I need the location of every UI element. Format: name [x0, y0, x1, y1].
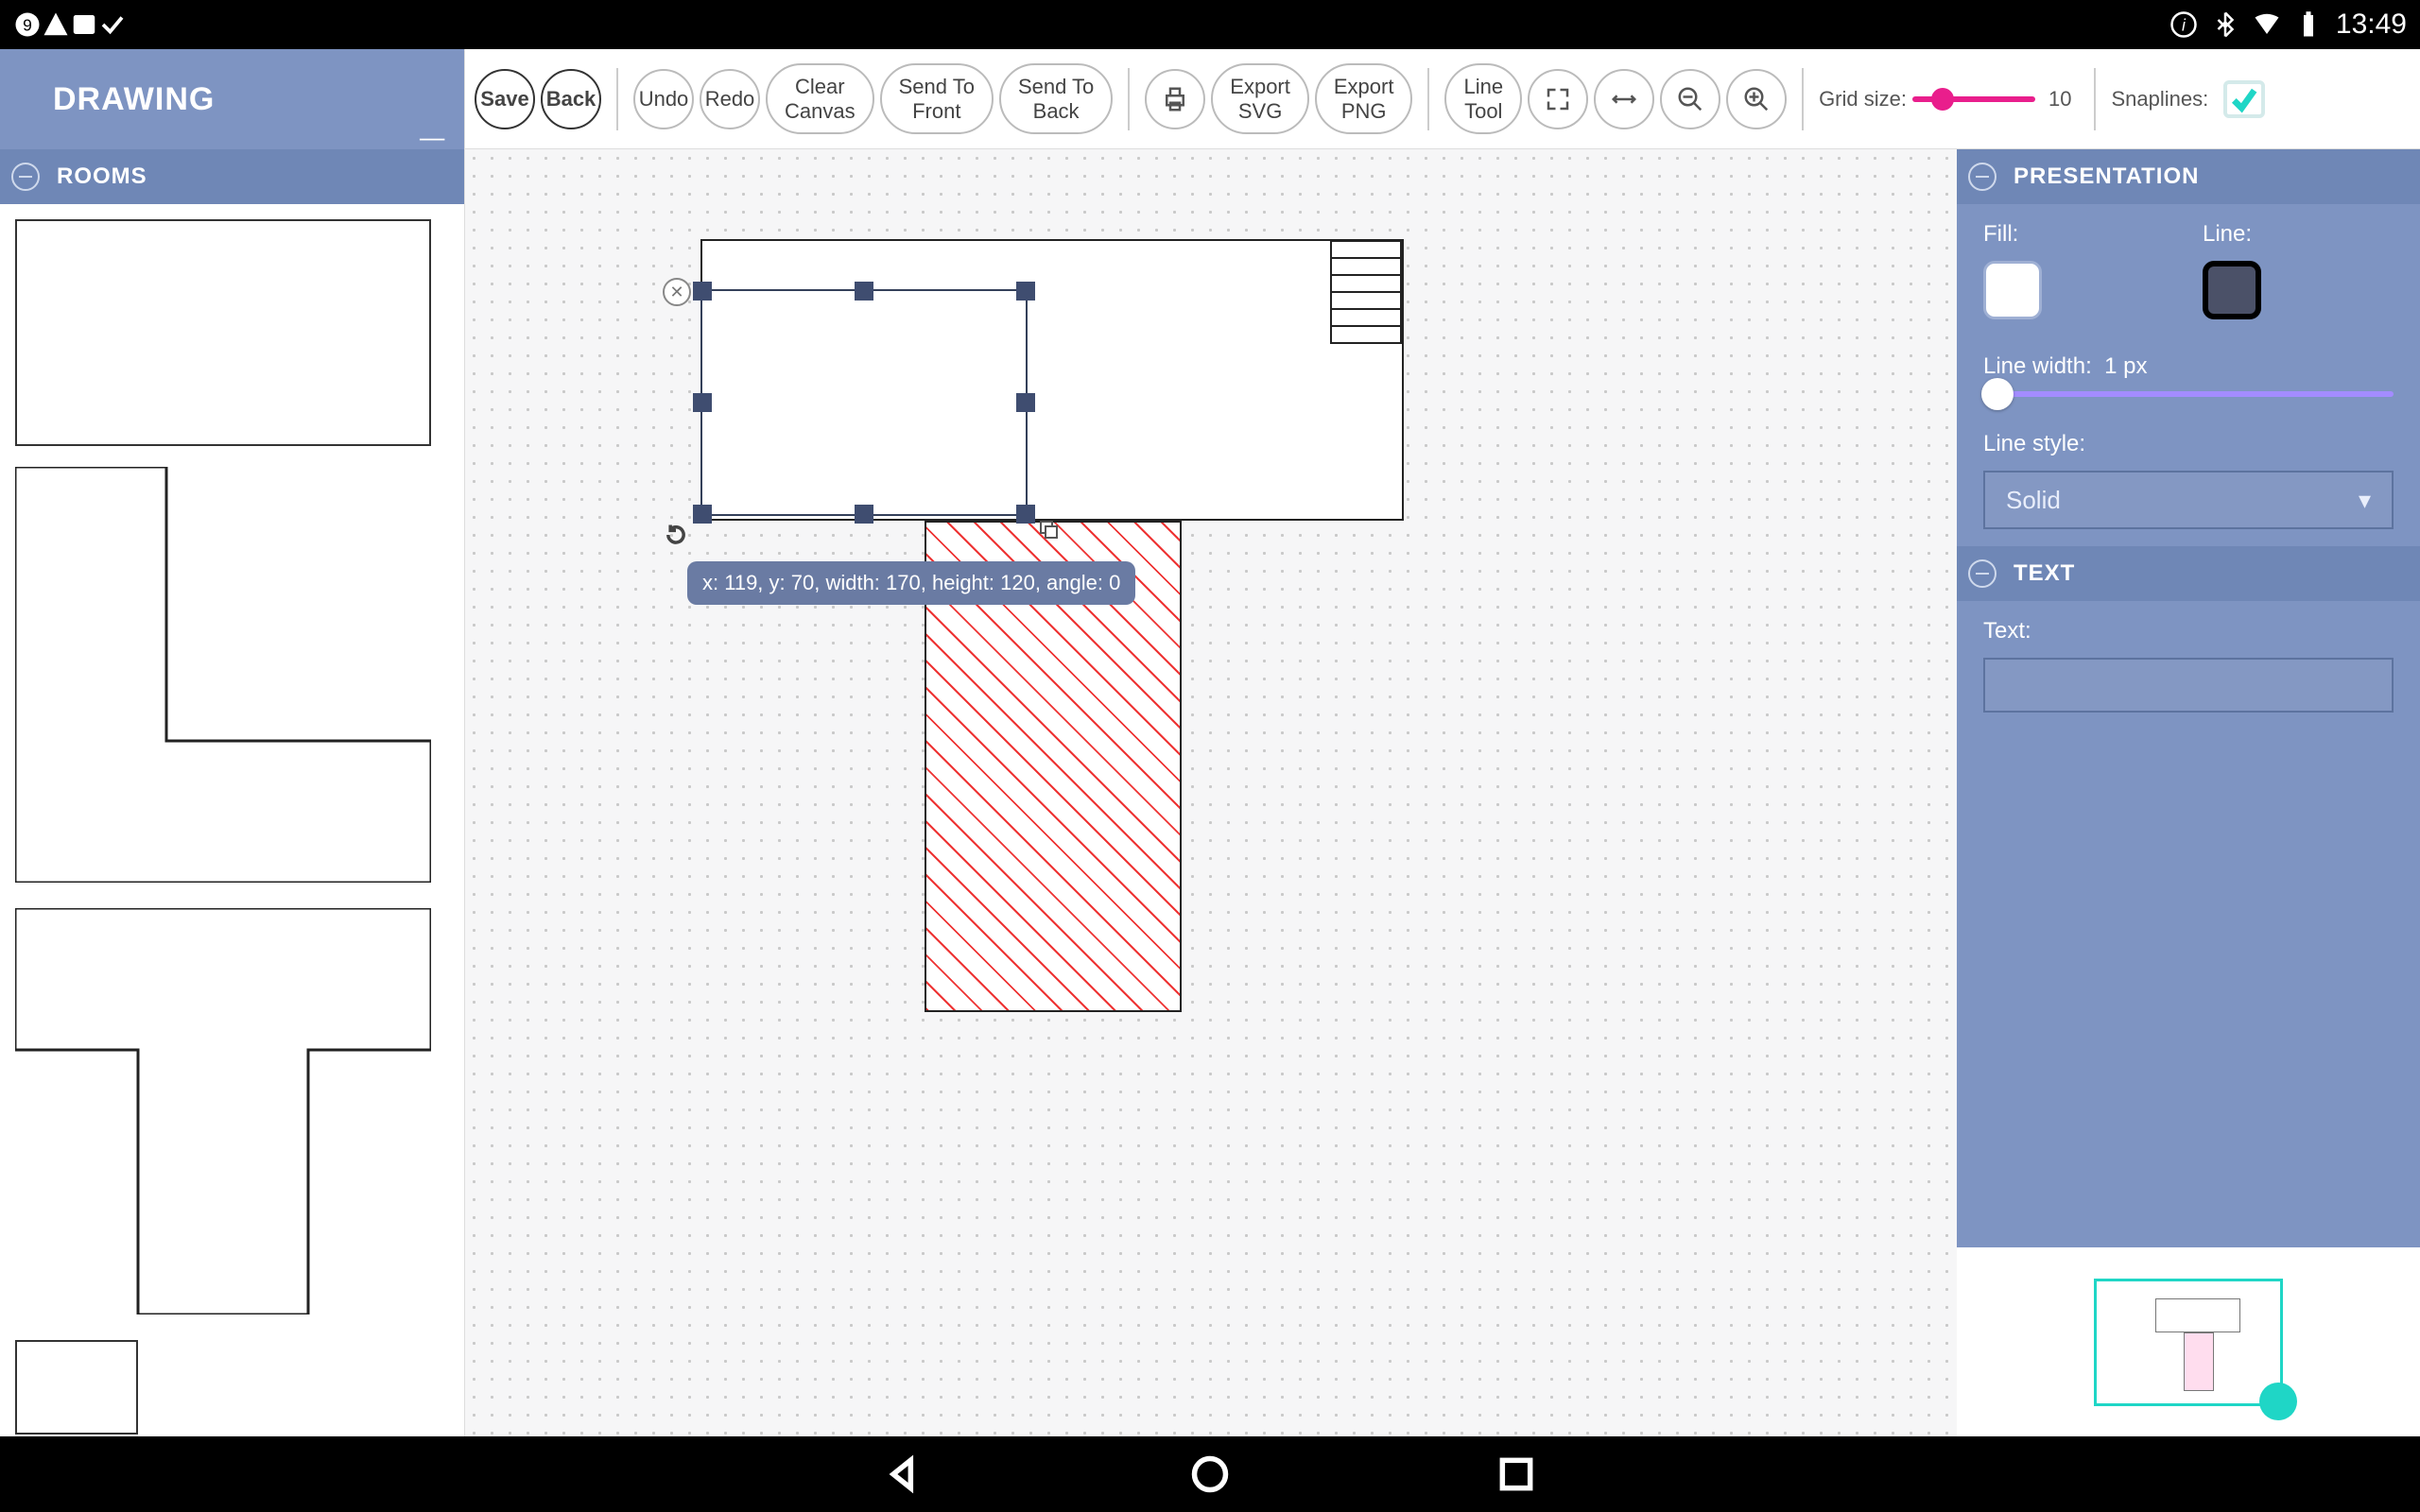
- linestyle-label: Line style:: [1983, 431, 2085, 456]
- battery-charging-icon: [2294, 10, 2323, 39]
- line-tool-button[interactable]: Line Tool: [1444, 63, 1522, 134]
- text-section-header[interactable]: TEXT: [1957, 546, 2420, 601]
- nav-recent-icon[interactable]: [1495, 1453, 1537, 1495]
- checkmark-icon: [2229, 84, 2259, 114]
- check-icon: [98, 10, 127, 39]
- resize-handle-w[interactable]: [693, 393, 712, 412]
- resize-handle-n[interactable]: [855, 282, 873, 301]
- zoom-in-icon: [1742, 85, 1771, 113]
- android-statusbar: 9 i 13:49: [0, 0, 2420, 49]
- resize-handle-s[interactable]: [855, 505, 873, 524]
- resize-handle-nw[interactable]: [693, 282, 712, 301]
- linewidth-value: 1 px: [2104, 353, 2147, 379]
- selection-delete-button[interactable]: ✕: [663, 278, 691, 306]
- linewidth-label: Line width:: [1983, 353, 2092, 379]
- minimap[interactable]: [1957, 1247, 2420, 1436]
- save-button[interactable]: Save: [475, 69, 535, 129]
- collapse-icon: [11, 163, 40, 191]
- linewidth-slider[interactable]: [1983, 391, 2394, 397]
- chevron-down-icon: ▾: [2359, 486, 2371, 515]
- snaplines-checkbox[interactable]: [2223, 80, 2265, 118]
- stretch-button[interactable]: [1594, 69, 1654, 129]
- line-label: Line:: [2203, 221, 2252, 247]
- send-to-back-button[interactable]: Send To Back: [999, 63, 1113, 134]
- left-sidebar: DRAWING _ ROOMS: [0, 49, 465, 1436]
- clock: 13:49: [2336, 9, 2407, 41]
- grid-size-slider[interactable]: [1912, 96, 2035, 102]
- wifi-icon: [2253, 10, 2281, 39]
- zoom-out-button[interactable]: [1660, 69, 1720, 129]
- stretch-icon: [1610, 85, 1638, 113]
- right-inspector: PRESENTATION Fill: Line: Line width: 1 p…: [1957, 149, 2420, 1436]
- export-png-button[interactable]: Export PNG: [1315, 63, 1413, 134]
- svg-text:i: i: [2182, 15, 2187, 34]
- resize-handle-se[interactable]: [1016, 505, 1035, 524]
- fill-label: Fill:: [1983, 221, 2018, 247]
- zoom-out-icon: [1676, 85, 1704, 113]
- fit-icon: [1544, 85, 1572, 113]
- fit-button[interactable]: [1528, 69, 1588, 129]
- resize-handle-sw[interactable]: [693, 505, 712, 524]
- info-icon: i: [2169, 10, 2198, 39]
- collapse-icon: [1968, 559, 1996, 588]
- rotate-icon: [663, 522, 689, 548]
- selection-rotate-button[interactable]: [663, 522, 691, 550]
- snaplines-label: Snaplines:: [2111, 87, 2208, 112]
- print-button[interactable]: [1145, 69, 1205, 129]
- app-title: DRAWING _: [0, 49, 464, 149]
- undo-button[interactable]: Undo: [633, 69, 694, 129]
- text-input[interactable]: [1983, 658, 2394, 713]
- stencil-rectangle[interactable]: [15, 219, 431, 446]
- nav-back-icon[interactable]: [883, 1453, 925, 1495]
- grid-size-label: Grid size:: [1819, 87, 1907, 112]
- stencil-t-shape[interactable]: [15, 908, 431, 1314]
- rooms-stencil-list[interactable]: [0, 204, 447, 1436]
- presentation-section-header[interactable]: PRESENTATION: [1957, 149, 2420, 204]
- line-color-swatch[interactable]: [2203, 261, 2261, 319]
- back-button[interactable]: Back: [541, 69, 601, 129]
- export-svg-button[interactable]: Export SVG: [1211, 63, 1309, 134]
- send-to-front-button[interactable]: Send To Front: [880, 63, 994, 134]
- collapse-left-button[interactable]: _: [420, 94, 445, 146]
- selection-clone-button[interactable]: [1037, 518, 1060, 541]
- minimap-resize-handle[interactable]: [2259, 1383, 2297, 1420]
- warning-icon: [42, 10, 70, 39]
- rooms-section-header[interactable]: ROOMS: [0, 149, 464, 204]
- selection-outline[interactable]: [700, 289, 1028, 516]
- clear-canvas-button[interactable]: Clear Canvas: [766, 63, 874, 134]
- shape-stairs[interactable]: [1330, 240, 1402, 344]
- clone-icon: [1037, 518, 1060, 541]
- linestyle-select[interactable]: Solid ▾: [1983, 471, 2394, 529]
- resize-handle-e[interactable]: [1016, 393, 1035, 412]
- selection-info-tooltip: x: 119, y: 70, width: 170, height: 120, …: [687, 561, 1135, 605]
- stencil-square[interactable]: [15, 1340, 138, 1435]
- notification-icon: 9: [13, 10, 42, 39]
- zoom-in-button[interactable]: [1726, 69, 1787, 129]
- redo-button[interactable]: Redo: [700, 69, 760, 129]
- grid-size-value: 10: [2048, 87, 2071, 112]
- fill-color-swatch[interactable]: [1983, 261, 2042, 319]
- resize-handle-ne[interactable]: [1016, 282, 1035, 301]
- svg-text:9: 9: [23, 15, 32, 34]
- android-navbar: [0, 1436, 2420, 1512]
- text-label: Text:: [1983, 618, 2031, 644]
- nav-home-icon[interactable]: [1189, 1453, 1231, 1495]
- minimap-viewport[interactable]: [2094, 1279, 2283, 1406]
- bluetooth-icon: [2211, 10, 2239, 39]
- stencil-l-shape[interactable]: [15, 467, 431, 883]
- printer-icon: [1161, 85, 1189, 113]
- drawing-canvas[interactable]: ✕ x: 119, y: 70, width: 170, height: 120…: [465, 149, 1957, 1436]
- collapse-icon: [1968, 163, 1996, 191]
- image-icon: [70, 10, 98, 39]
